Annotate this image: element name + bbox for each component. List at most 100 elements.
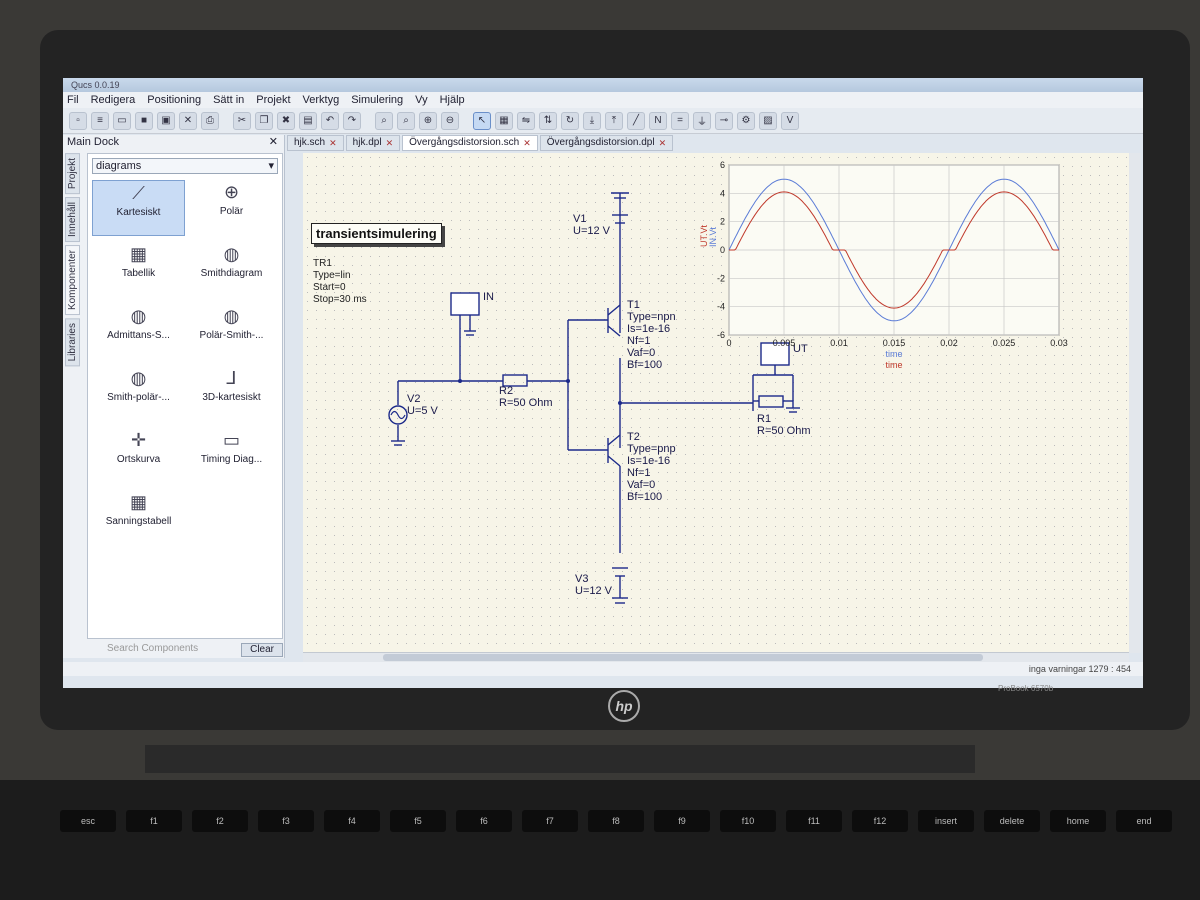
- menu-satt-in[interactable]: Sätt in: [213, 92, 244, 108]
- r1-value[interactable]: R=50 Ohm: [757, 425, 811, 437]
- key-f7: f7: [522, 810, 578, 832]
- tab-hjk-sch[interactable]: hjk.sch ✕: [287, 135, 344, 151]
- r2-value[interactable]: R=50 Ohm: [499, 397, 553, 409]
- undo-icon[interactable]: ↶: [321, 111, 339, 130]
- category-select[interactable]: diagrams ▾: [92, 158, 278, 174]
- close-icon[interactable]: ✕: [523, 136, 531, 150]
- enter-subcircuit-icon[interactable]: ⤓: [583, 111, 601, 130]
- redo-icon[interactable]: ↷: [343, 111, 361, 130]
- r2-label[interactable]: R2: [499, 385, 513, 397]
- component-polar-smith[interactable]: ◍ Polär-Smith-...: [185, 304, 278, 360]
- zoom-out-icon[interactable]: ⊖: [441, 111, 459, 130]
- main-dock: Main Dock ✕ Projekt Innehåll Komponenter…: [63, 135, 285, 658]
- menu-verktyg[interactable]: Verktyg: [303, 92, 340, 108]
- mirror-y-icon[interactable]: ⇅: [539, 111, 557, 130]
- side-tab-libraries[interactable]: Libraries: [65, 318, 80, 367]
- save-all-icon[interactable]: ▣: [157, 111, 175, 130]
- admittance-smith-icon: ◍: [130, 306, 147, 326]
- side-tab-innehall[interactable]: Innehåll: [65, 197, 80, 243]
- copy-icon[interactable]: ❐: [255, 111, 273, 130]
- mirror-x-icon[interactable]: ⇋: [517, 111, 535, 130]
- component-truth-table[interactable]: ▦ Sanningstabell: [92, 490, 185, 546]
- menu-fil[interactable]: Fil: [67, 92, 79, 108]
- component-admittance-smith[interactable]: ◍ Admittans-S...: [92, 304, 185, 360]
- t2-params[interactable]: T2 Type=pnp Is=1e-16 Nf=1 Vaf=0 Bf=100: [627, 431, 676, 503]
- save-icon[interactable]: ■: [135, 111, 153, 130]
- new-file-icon[interactable]: ▫: [69, 111, 87, 130]
- close-file-icon[interactable]: ✕: [179, 111, 197, 130]
- qucs-window: Qucs 0.0.19 Fil Redigera Positioning Sät…: [63, 78, 1143, 688]
- y-tick-label: 4: [720, 188, 725, 198]
- clear-button[interactable]: Clear: [241, 643, 283, 657]
- v3-value[interactable]: U=12 V: [575, 585, 612, 597]
- tab-overgangsdistorsion-dpl[interactable]: Övergångsdistorsion.dpl ✕: [539, 135, 674, 151]
- set-marker-icon[interactable]: V: [781, 111, 799, 130]
- view-data-icon[interactable]: ▨: [759, 111, 777, 130]
- component-polar[interactable]: ⊕ Polär: [185, 180, 278, 236]
- key-end: end: [1116, 810, 1172, 832]
- locus-icon: ✛: [130, 430, 147, 450]
- close-icon[interactable]: ✕: [329, 136, 337, 150]
- exit-subcircuit-icon[interactable]: ⤒: [605, 111, 623, 130]
- component-label: Sanningstabell: [105, 516, 172, 527]
- close-icon[interactable]: ✕: [386, 136, 394, 150]
- edit-properties-icon[interactable]: ▦: [495, 111, 513, 130]
- close-icon[interactable]: ✕: [659, 136, 667, 150]
- wire-icon[interactable]: ╱: [627, 111, 645, 130]
- wire-label-icon[interactable]: N: [649, 111, 667, 130]
- probe-in-label[interactable]: IN: [483, 291, 494, 303]
- open-icon[interactable]: ▭: [113, 111, 131, 130]
- menu-positioning[interactable]: Positioning: [147, 92, 201, 108]
- v1-label[interactable]: V1: [573, 213, 586, 225]
- component-label: Ortskurva: [116, 454, 161, 465]
- print-icon[interactable]: ⎙: [201, 111, 219, 130]
- rotate-icon[interactable]: ↻: [561, 111, 579, 130]
- component-cartesian-3d[interactable]: ⅃ 3D-kartesiskt: [185, 366, 278, 422]
- x-axis-label: time: [885, 349, 902, 359]
- menu-projekt[interactable]: Projekt: [256, 92, 290, 108]
- zoom-select-icon[interactable]: ⌕: [397, 111, 415, 130]
- v3-label[interactable]: V3: [575, 573, 588, 585]
- t1-params[interactable]: T1 Type=npn Is=1e-16 Nf=1 Vaf=0 Bf=100: [627, 299, 676, 371]
- y-label-in: IN.Vt: [708, 226, 718, 247]
- component-smith[interactable]: ◍ Smithdiagram: [185, 242, 278, 298]
- vertical-scrollbar[interactable]: [1129, 153, 1141, 653]
- ground-icon[interactable]: ⏚: [693, 111, 711, 130]
- menu-simulering[interactable]: Simulering: [351, 92, 403, 108]
- menu-hjalp[interactable]: Hjälp: [440, 92, 465, 108]
- menu-redigera[interactable]: Redigera: [91, 92, 136, 108]
- search-input[interactable]: Search Components: [87, 643, 198, 657]
- component-timing[interactable]: ▭ Timing Diag...: [185, 428, 278, 484]
- v1-value[interactable]: U=12 V: [573, 225, 610, 237]
- port-icon[interactable]: ⊸: [715, 111, 733, 130]
- component-table[interactable]: ▦ Tabellik: [92, 242, 185, 298]
- paste-icon[interactable]: ▤: [299, 111, 317, 130]
- zoom-fit-icon[interactable]: ⌕: [375, 111, 393, 130]
- v2-value[interactable]: U=5 V: [407, 405, 438, 417]
- select-pointer-icon[interactable]: ↖: [473, 111, 491, 130]
- equation-icon[interactable]: =: [671, 111, 689, 130]
- transient-chart[interactable]: 0 0.005 0.01 0.015 0.02 0.025 0.036420-2-4-6UT…: [673, 153, 1093, 383]
- component-label: 3D-kartesiskt: [202, 392, 261, 403]
- simulate-icon[interactable]: ⚙: [737, 111, 755, 130]
- delete-icon[interactable]: ✖: [277, 111, 295, 130]
- tab-hjk-dpl[interactable]: hjk.dpl ✕: [345, 135, 401, 151]
- status-bar: inga varningar 1279 : 454: [63, 662, 1143, 676]
- menu-vy[interactable]: Vy: [415, 92, 427, 108]
- tab-overgangsdistorsion-sch[interactable]: Övergångsdistorsion.sch ✕: [402, 135, 538, 151]
- r1-label[interactable]: R1: [757, 413, 771, 425]
- document-tabs: hjk.sch ✕ hjk.dpl ✕ Övergångsdistorsion.sc…: [287, 135, 674, 151]
- cut-icon[interactable]: ✂: [233, 111, 251, 130]
- v2-label[interactable]: V2: [407, 393, 420, 405]
- menu-bar: Fil Redigera Positioning Sätt in Projekt…: [63, 92, 1143, 108]
- component-smith-polar[interactable]: ◍ Smith-polär-...: [92, 366, 185, 422]
- new-text-icon[interactable]: ≡: [91, 111, 109, 130]
- zoom-in-icon[interactable]: ⊕: [419, 111, 437, 130]
- side-tab-komponenter[interactable]: Komponenter: [65, 245, 80, 316]
- schematic-canvas[interactable]: transientsimulering TR1 Type=lin Start=0…: [303, 153, 1129, 653]
- dock-close-icon[interactable]: ✕: [269, 135, 278, 149]
- side-tab-projekt[interactable]: Projekt: [65, 153, 80, 195]
- horizontal-scrollbar[interactable]: [303, 652, 1129, 662]
- component-locus[interactable]: ✛ Ortskurva: [92, 428, 185, 484]
- component-cartesian[interactable]: ⟋ Kartesiskt: [92, 180, 185, 236]
